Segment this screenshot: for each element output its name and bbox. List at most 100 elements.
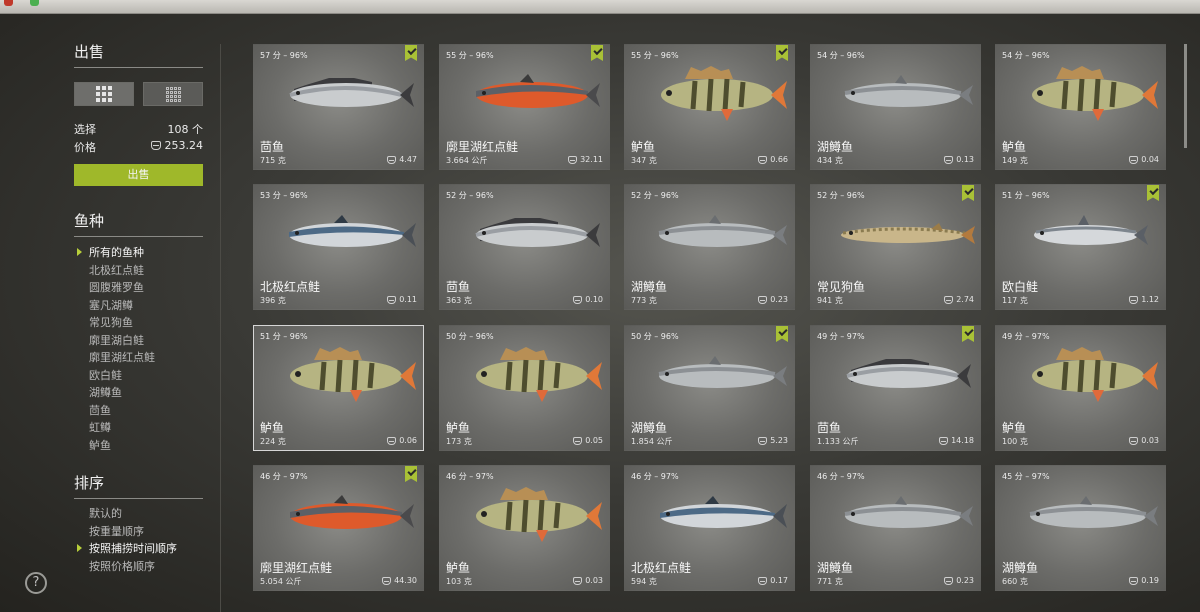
fish-price: 1.12 — [1129, 295, 1159, 304]
coin-icon — [1129, 576, 1139, 585]
fish-score: 54 分 – 96% — [1002, 51, 1050, 60]
coin-icon — [758, 436, 768, 445]
select-value: 108 个 — [167, 123, 204, 136]
fish-score: 51 分 – 96% — [1002, 191, 1050, 200]
fish-card[interactable]: 55 分 – 96% 鲈鱼 347 克 0.66 — [624, 44, 795, 170]
species-filter-item[interactable]: 湖鳟鱼 — [89, 384, 155, 402]
species-filter-item[interactable]: 所有的鱼种 — [77, 244, 155, 262]
fish-card[interactable]: 51 分 – 96% 鲈鱼 224 克 0.06 — [253, 325, 424, 451]
maximize-window-icon[interactable] — [30, 0, 39, 6]
species-filter-item[interactable]: 虹鳟 — [89, 419, 155, 437]
species-filter-item[interactable]: 北极红点鲑 — [89, 262, 155, 280]
fish-price: 0.23 — [944, 576, 974, 585]
fish-name: 廓里湖红点鲑 — [260, 561, 333, 575]
fish-weight: 1.133 公斤 — [817, 437, 859, 446]
fish-name: 湖鳟鱼 — [631, 280, 668, 294]
coin-icon — [387, 295, 397, 304]
fish-card[interactable]: 53 分 – 96% 北极红点鲑 396 克 0.11 — [253, 184, 424, 310]
fish-price-value: 2.74 — [956, 295, 974, 304]
fish-price: 0.04 — [1129, 155, 1159, 164]
fish-score: 52 分 – 96% — [631, 191, 679, 200]
fish-score: 54 分 – 96% — [817, 51, 865, 60]
species-filter-item[interactable]: 常见狗鱼 — [89, 314, 155, 332]
fish-card[interactable]: 52 分 – 96% 湖鳟鱼 773 克 0.23 — [624, 184, 795, 310]
sell-button[interactable]: 出售 — [74, 164, 203, 186]
fish-card[interactable]: 46 分 – 97% 北极红点鲑 594 克 0.17 — [624, 465, 795, 591]
fish-price: 14.18 — [939, 436, 974, 445]
fish-price: 0.23 — [758, 295, 788, 304]
sort-option-item[interactable]: 默认的 — [89, 505, 177, 523]
fish-card[interactable]: 57 分 – 96% 茴鱼 715 克 4.47 — [253, 44, 424, 170]
fish-score: 46 分 – 97% — [260, 472, 308, 481]
fish-price: 0.03 — [1129, 436, 1159, 445]
fish-price-value: 0.03 — [585, 576, 603, 585]
coin-icon — [387, 436, 397, 445]
species-filter-item[interactable]: 欧白鲑 — [89, 367, 155, 385]
fish-price-value: 4.47 — [399, 155, 417, 164]
fish-price-value: 0.66 — [770, 155, 788, 164]
coin-icon — [573, 295, 583, 304]
sort-section-title: 排序 — [74, 474, 105, 492]
fish-price: 0.19 — [1129, 576, 1159, 585]
fish-score: 49 分 – 97% — [817, 332, 865, 341]
fish-price: 0.11 — [387, 295, 417, 304]
fish-card[interactable]: 55 分 – 96% 廓里湖红点鲑 3.664 公斤 32.11 — [439, 44, 610, 170]
coin-icon — [382, 576, 392, 585]
fish-price-value: 0.03 — [1141, 436, 1159, 445]
large-grid-view-button[interactable] — [74, 82, 134, 106]
species-filter-item[interactable]: 塞凡湖鳟 — [89, 297, 155, 315]
fish-card[interactable]: 50 分 – 96% 湖鳟鱼 1.854 公斤 5.23 — [624, 325, 795, 451]
fish-card[interactable]: 49 分 – 97% 鲈鱼 100 克 0.03 — [995, 325, 1166, 451]
species-filter-item[interactable]: 茴鱼 — [89, 402, 155, 420]
fish-card[interactable]: 46 分 – 97% 廓里湖红点鲑 5.054 公斤 44.30 — [253, 465, 424, 591]
fish-card[interactable]: 50 分 – 96% 鲈鱼 173 克 0.05 — [439, 325, 610, 451]
fish-card[interactable]: 54 分 – 96% 湖鳟鱼 434 克 0.13 — [810, 44, 981, 170]
coin-icon — [944, 576, 954, 585]
fish-card[interactable]: 51 分 – 96% 欧白鲑 117 克 1.12 — [995, 184, 1166, 310]
sort-option-item[interactable]: 按照捕捞时间顺序 — [77, 540, 177, 558]
fish-weight: 434 克 — [817, 156, 843, 165]
fish-price-value: 0.17 — [770, 576, 788, 585]
fish-weight: 149 克 — [1002, 156, 1028, 165]
fish-price: 0.10 — [573, 295, 603, 304]
fish-score: 53 分 – 96% — [260, 191, 308, 200]
grid-scrollbar[interactable] — [1184, 44, 1187, 148]
close-window-icon[interactable] — [4, 0, 13, 6]
fish-score: 55 分 – 96% — [446, 51, 494, 60]
sell-section-divider — [74, 67, 203, 68]
sort-option-item[interactable]: 按重量顺序 — [89, 523, 177, 541]
fish-score: 52 分 – 96% — [817, 191, 865, 200]
sort-option-list: 默认的 按重量顺序 按照捕捞时间顺序 按照价格顺序 — [77, 505, 177, 576]
select-label: 选择 — [74, 123, 96, 136]
help-button[interactable]: ? — [25, 572, 47, 594]
fish-card[interactable]: 49 分 – 97% 茴鱼 1.133 公斤 14.18 — [810, 325, 981, 451]
small-grid-view-button[interactable] — [143, 82, 203, 106]
species-filter-item[interactable]: 鲈鱼 — [89, 437, 155, 455]
coin-icon — [758, 155, 768, 164]
fish-name: 鲈鱼 — [446, 561, 471, 575]
fish-weight: 941 克 — [817, 296, 843, 305]
fish-price: 4.47 — [387, 155, 417, 164]
fish-card[interactable]: 46 分 – 97% 湖鳟鱼 771 克 0.23 — [810, 465, 981, 591]
sell-section-title: 出售 — [74, 43, 105, 61]
fish-name: 北极红点鲑 — [260, 280, 321, 294]
coin-icon — [944, 295, 954, 304]
fish-card[interactable]: 54 分 – 96% 鲈鱼 149 克 0.04 — [995, 44, 1166, 170]
price-value: 253.24 — [164, 139, 204, 152]
fish-name: 湖鳟鱼 — [817, 140, 854, 154]
fish-weight: 173 克 — [446, 437, 472, 446]
fish-card[interactable]: 52 分 – 96% 常见狗鱼 941 克 2.74 — [810, 184, 981, 310]
species-filter-item[interactable]: 廓里湖白鲑 — [89, 332, 155, 350]
fish-card[interactable]: 52 分 – 96% 茴鱼 363 克 0.10 — [439, 184, 610, 310]
fish-name: 常见狗鱼 — [817, 280, 866, 294]
fish-card[interactable]: 45 分 – 97% 湖鳟鱼 660 克 0.19 — [995, 465, 1166, 591]
species-section-divider — [74, 236, 203, 237]
fish-card[interactable]: 46 分 – 97% 鲈鱼 103 克 0.03 — [439, 465, 610, 591]
species-filter-item[interactable]: 廓里湖红点鲑 — [89, 349, 155, 367]
coin-icon — [568, 155, 578, 164]
coin-icon — [1129, 436, 1139, 445]
fish-name: 鲈鱼 — [446, 421, 471, 435]
species-filter-item[interactable]: 圆腹雅罗鱼 — [89, 279, 155, 297]
fish-name: 茴鱼 — [817, 421, 842, 435]
sort-option-item[interactable]: 按照价格顺序 — [89, 558, 177, 576]
